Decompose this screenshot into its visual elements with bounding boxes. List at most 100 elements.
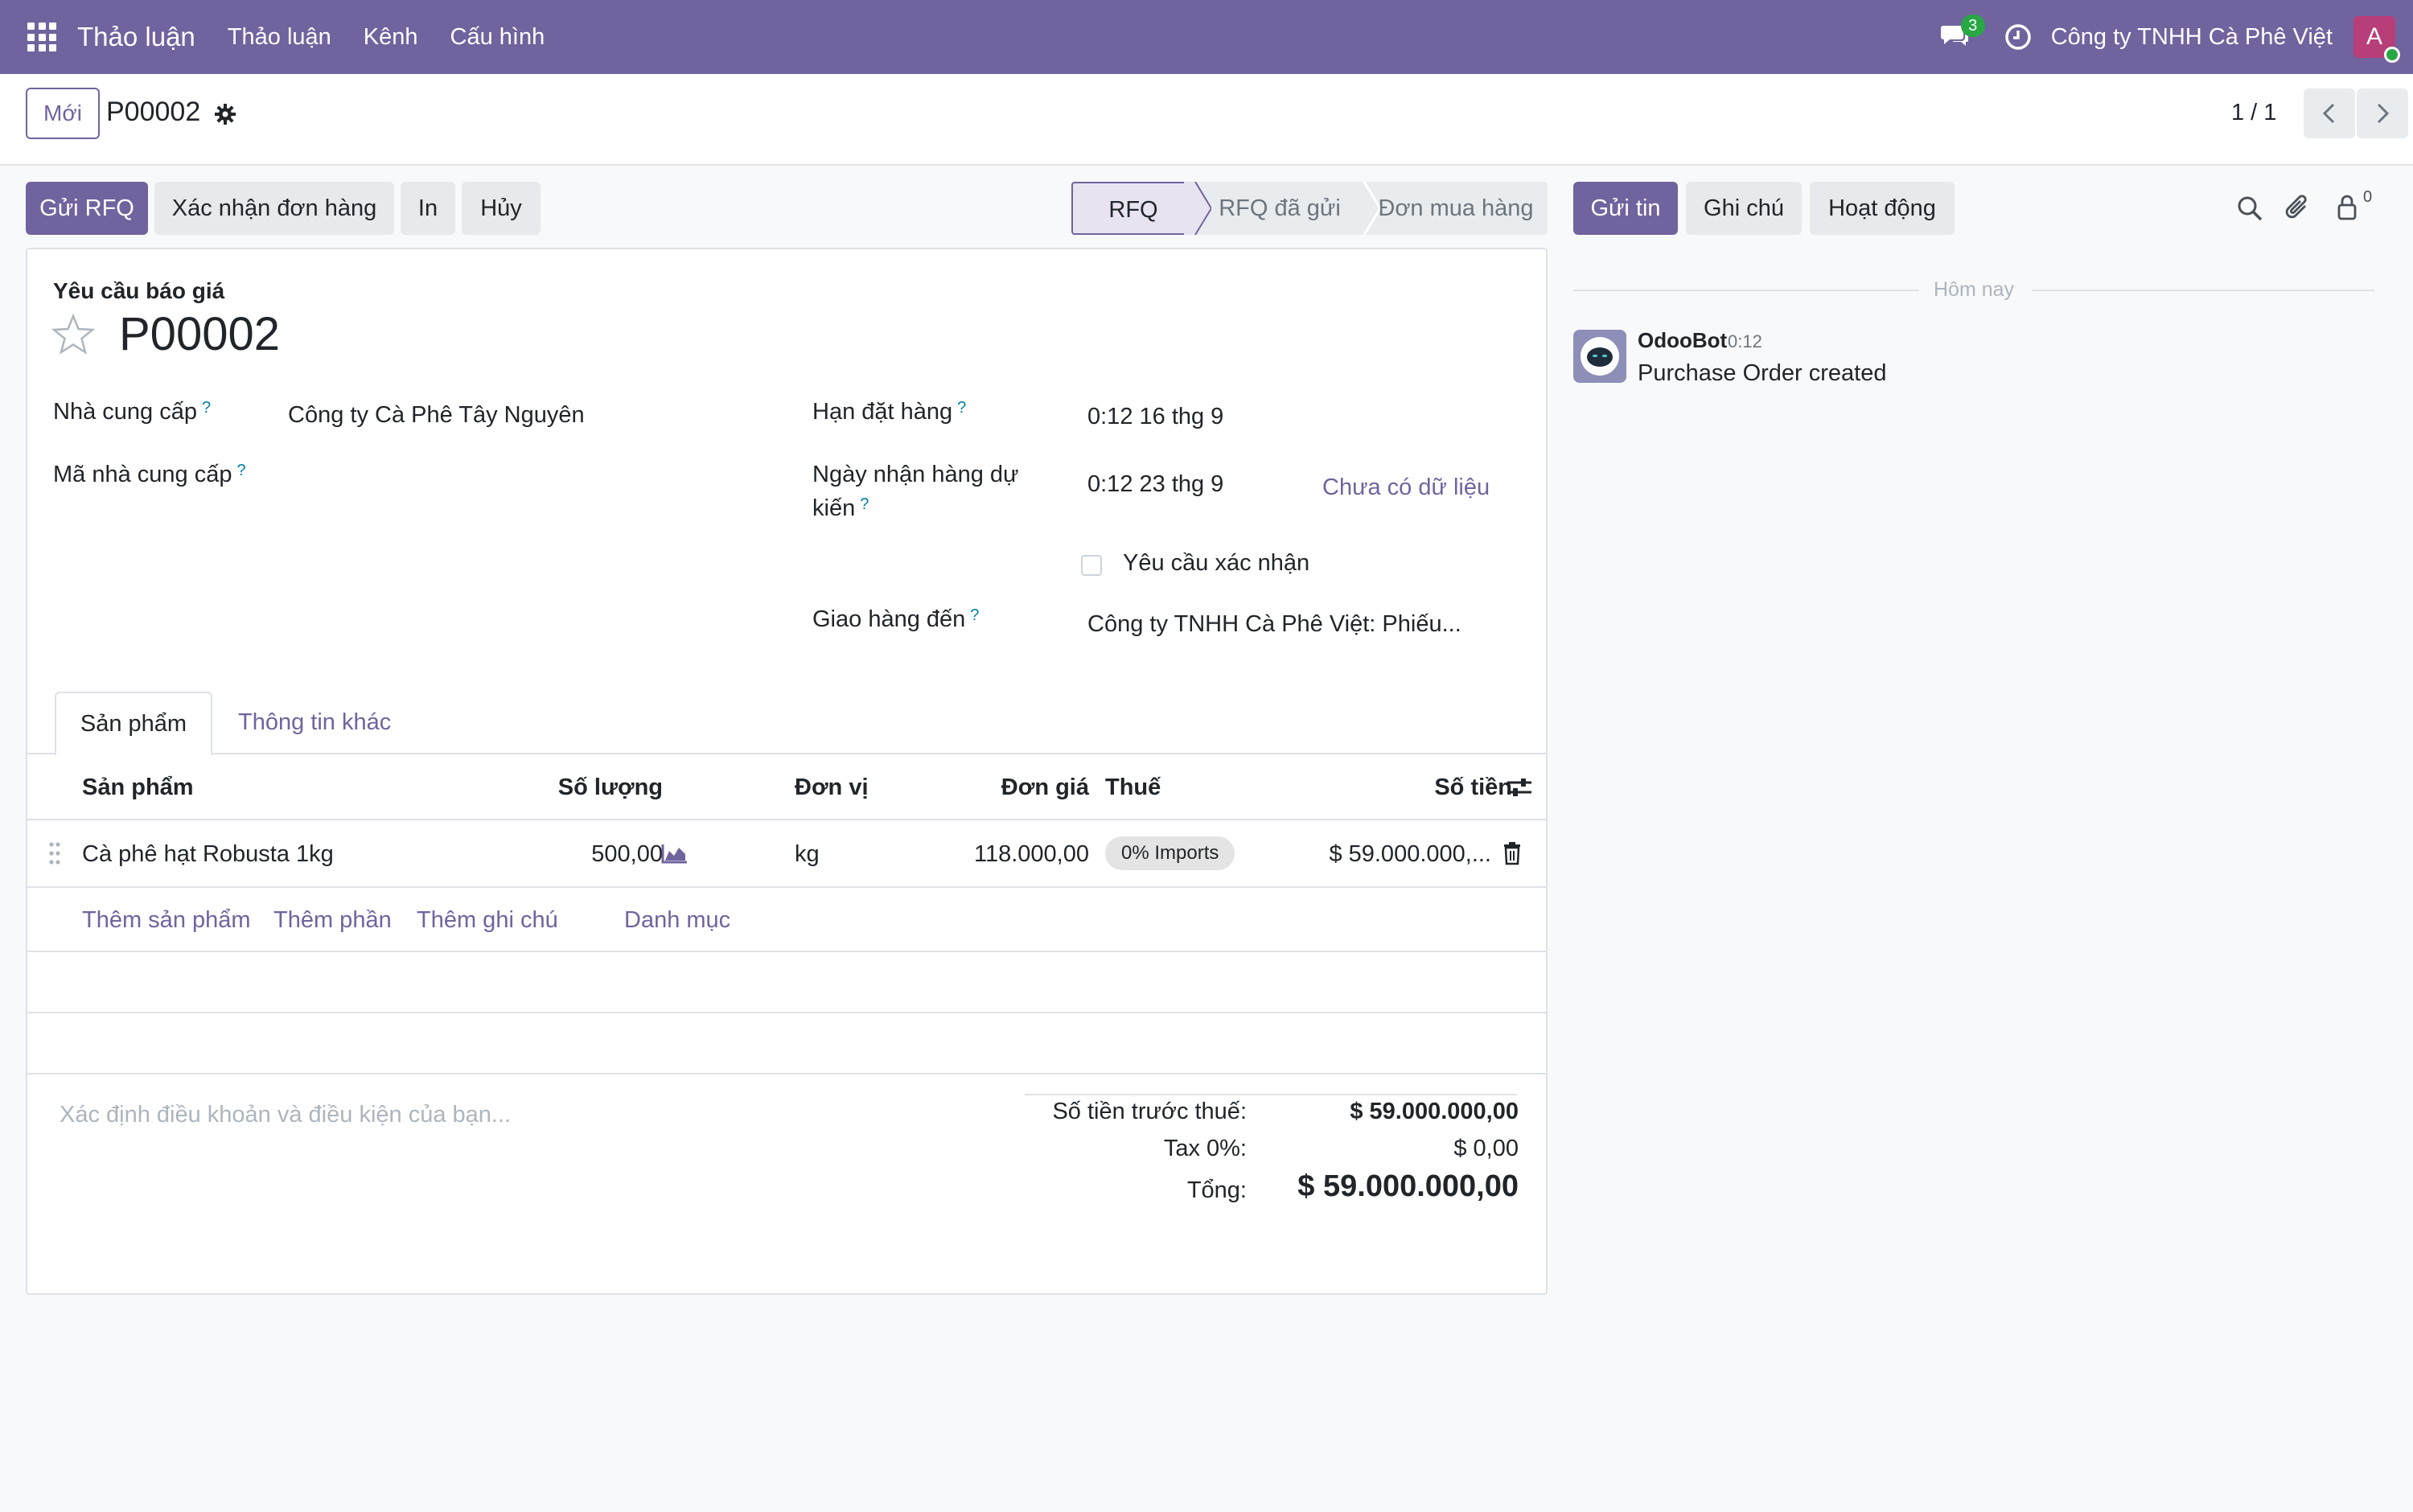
followers-count: 0 [2363, 188, 2373, 206]
app-brand[interactable]: Thảo luận [77, 22, 195, 52]
untaxed-value: $ 59.000.000,00 [1350, 1099, 1519, 1124]
stage-arrow [1353, 182, 1380, 235]
notebook-tabs: Sản phẩm Thông tin khác [27, 685, 1546, 756]
paperclip-icon[interactable] [2284, 191, 2312, 224]
column-product[interactable]: Sản phẩm [82, 754, 194, 820]
cell-price[interactable]: 118.000,00 [928, 820, 1089, 888]
vendor-field[interactable]: Công ty Cà Phê Tây Nguyên [288, 402, 585, 429]
menu-discuss[interactable]: Thảo luận [228, 24, 331, 51]
column-tax[interactable]: Thuế [1105, 754, 1161, 820]
forecast-chart-icon[interactable] [661, 843, 689, 864]
separator-line [2032, 290, 2374, 291]
tax-badge[interactable]: 0% Imports [1105, 836, 1235, 870]
order-deadline-label-text: Hạn đặt hàng [812, 399, 953, 425]
untaxed-label: Số tiền trước thuế: [1052, 1099, 1247, 1124]
activity-button[interactable]: Hoạt động [1810, 182, 1955, 235]
print-button[interactable]: In [401, 182, 455, 235]
cell-uom[interactable]: kg [795, 820, 820, 888]
help-tooltip[interactable]: ? [860, 495, 869, 513]
message-author[interactable]: OdooBot [1638, 328, 1727, 353]
tab-products[interactable]: Sản phẩm [55, 692, 212, 756]
send-rfq-button[interactable]: Gửi RFQ [26, 182, 148, 235]
vendor-label-text: Nhà cung cấp [53, 399, 197, 425]
column-uom[interactable]: Đơn vị [795, 754, 869, 820]
catalog-link[interactable]: Danh mục [624, 888, 730, 952]
stage-rfq-sent[interactable]: RFQ đã gửi [1195, 182, 1364, 235]
gear-icon[interactable] [214, 103, 236, 125]
pager-value[interactable]: 1 / 1 [2231, 100, 2276, 126]
optional-columns-icon[interactable] [1506, 775, 1533, 799]
control-panel: Mới P00002 1 / 1 [0, 74, 2413, 166]
message-body: Purchase Order created [1638, 360, 1887, 386]
terms-conditions-field[interactable]: Xác định điều khoản và điều kiện của bạn… [60, 1102, 511, 1128]
help-tooltip[interactable]: ? [970, 606, 979, 624]
stage-rfq[interactable]: RFQ [1071, 182, 1195, 235]
empty-row [27, 952, 1546, 1013]
new-button[interactable]: Mới [26, 88, 100, 139]
no-data-link[interactable]: Chưa có dữ liệu [1322, 475, 1490, 501]
menu-configuration[interactable]: Cấu hình [450, 24, 545, 51]
add-section-link[interactable]: Thêm phần [273, 888, 392, 952]
ask-confirmation-checkbox[interactable] [1081, 555, 1102, 576]
order-deadline-field[interactable]: 0:12 16 thg 9 [1087, 404, 1223, 430]
chevron-left-icon [2322, 103, 2335, 124]
column-subtotal[interactable]: Số tiền [1354, 754, 1512, 820]
apps-menu-icon[interactable] [27, 23, 56, 51]
empty-row [27, 1013, 1546, 1074]
robot-icon [1573, 330, 1626, 383]
message-time: 0:12 [1728, 331, 1762, 351]
help-tooltip[interactable]: ? [957, 399, 966, 417]
star-icon[interactable] [51, 314, 95, 355]
form-subtitle: Yêu cầu báo giá [53, 278, 225, 303]
separator-line [1573, 290, 1919, 291]
order-deadline-label: Hạn đặt hàng? [812, 399, 966, 425]
total-label: Tổng: [1186, 1177, 1247, 1203]
lock-icon[interactable] [2336, 193, 2360, 222]
search-icon[interactable] [2236, 195, 2263, 222]
expected-arrival-label-line1: Ngày nhận hàng dự [812, 462, 1019, 487]
vendor-ref-label-text: Mã nhà cung cấp [53, 462, 232, 487]
add-note-link[interactable]: Thêm ghi chú [417, 888, 558, 952]
expected-arrival-field[interactable]: 0:12 23 thg 9 [1087, 471, 1223, 498]
status-bar: RFQ đã gửi Đơn mua hàng RFQ [1071, 182, 1548, 235]
avatar-letter: A [2366, 23, 2382, 50]
messaging-menu[interactable]: 3 [1940, 14, 1985, 53]
vendor-label: Nhà cung cấp? [53, 399, 211, 425]
breadcrumb-record-name: P00002 [106, 97, 201, 127]
ask-confirmation-label[interactable]: Yêu cầu xác nhận [1123, 550, 1309, 577]
vendor-ref-field[interactable] [288, 460, 738, 492]
add-line-row: Thêm sản phẩm Thêm phần Thêm ghi chú Dan… [27, 888, 1546, 952]
table-row[interactable]: Cà phê hạt Robusta 1kg 500,00 kg 118.000… [27, 820, 1546, 888]
send-message-button[interactable]: Gửi tin [1573, 182, 1678, 235]
totals-divider [1025, 1094, 1517, 1095]
add-product-link[interactable]: Thêm sản phẩm [82, 888, 251, 952]
drag-handle-icon[interactable] [48, 841, 61, 865]
online-status-dot [2384, 47, 2400, 63]
deliver-to-label-text: Giao hàng đến [812, 606, 966, 632]
odoobot-avatar[interactable] [1573, 330, 1626, 383]
confirm-order-button[interactable]: Xác nhận đơn hàng [154, 182, 394, 235]
trash-icon[interactable] [1502, 841, 1522, 865]
expected-arrival-label-text: kiến [812, 495, 856, 521]
chevron-right-icon [2377, 103, 2390, 124]
company-switcher[interactable]: Công ty TNHH Cà Phê Việt [2051, 24, 2333, 51]
help-tooltip[interactable]: ? [236, 462, 245, 479]
cancel-button[interactable]: Hủy [462, 182, 541, 235]
cell-quantity[interactable]: 500,00 [502, 820, 663, 888]
column-price[interactable]: Đơn giá [960, 754, 1089, 820]
pager-previous-button[interactable] [2304, 88, 2355, 138]
chat-badge: 3 [1960, 14, 1985, 37]
menu-channels[interactable]: Kênh [364, 24, 418, 51]
pager-next-button[interactable] [2357, 88, 2408, 138]
user-avatar[interactable]: A [2353, 16, 2400, 63]
column-quantity[interactable]: Số lượng [542, 754, 663, 820]
activity-menu[interactable] [2004, 23, 2032, 51]
log-note-button[interactable]: Ghi chú [1686, 182, 1802, 235]
date-separator: Hôm nay [1934, 278, 2015, 301]
help-tooltip[interactable]: ? [202, 399, 211, 417]
stage-purchase-order[interactable]: Đơn mua hàng [1364, 182, 1548, 235]
tab-other-info[interactable]: Thông tin khác [238, 692, 391, 756]
vendor-ref-label: Mã nhà cung cấp? [53, 462, 246, 488]
cell-product[interactable]: Cà phê hạt Robusta 1kg [82, 820, 334, 888]
deliver-to-field[interactable]: Công ty TNHH Cà Phê Việt: Phiếu... [1087, 611, 1461, 638]
